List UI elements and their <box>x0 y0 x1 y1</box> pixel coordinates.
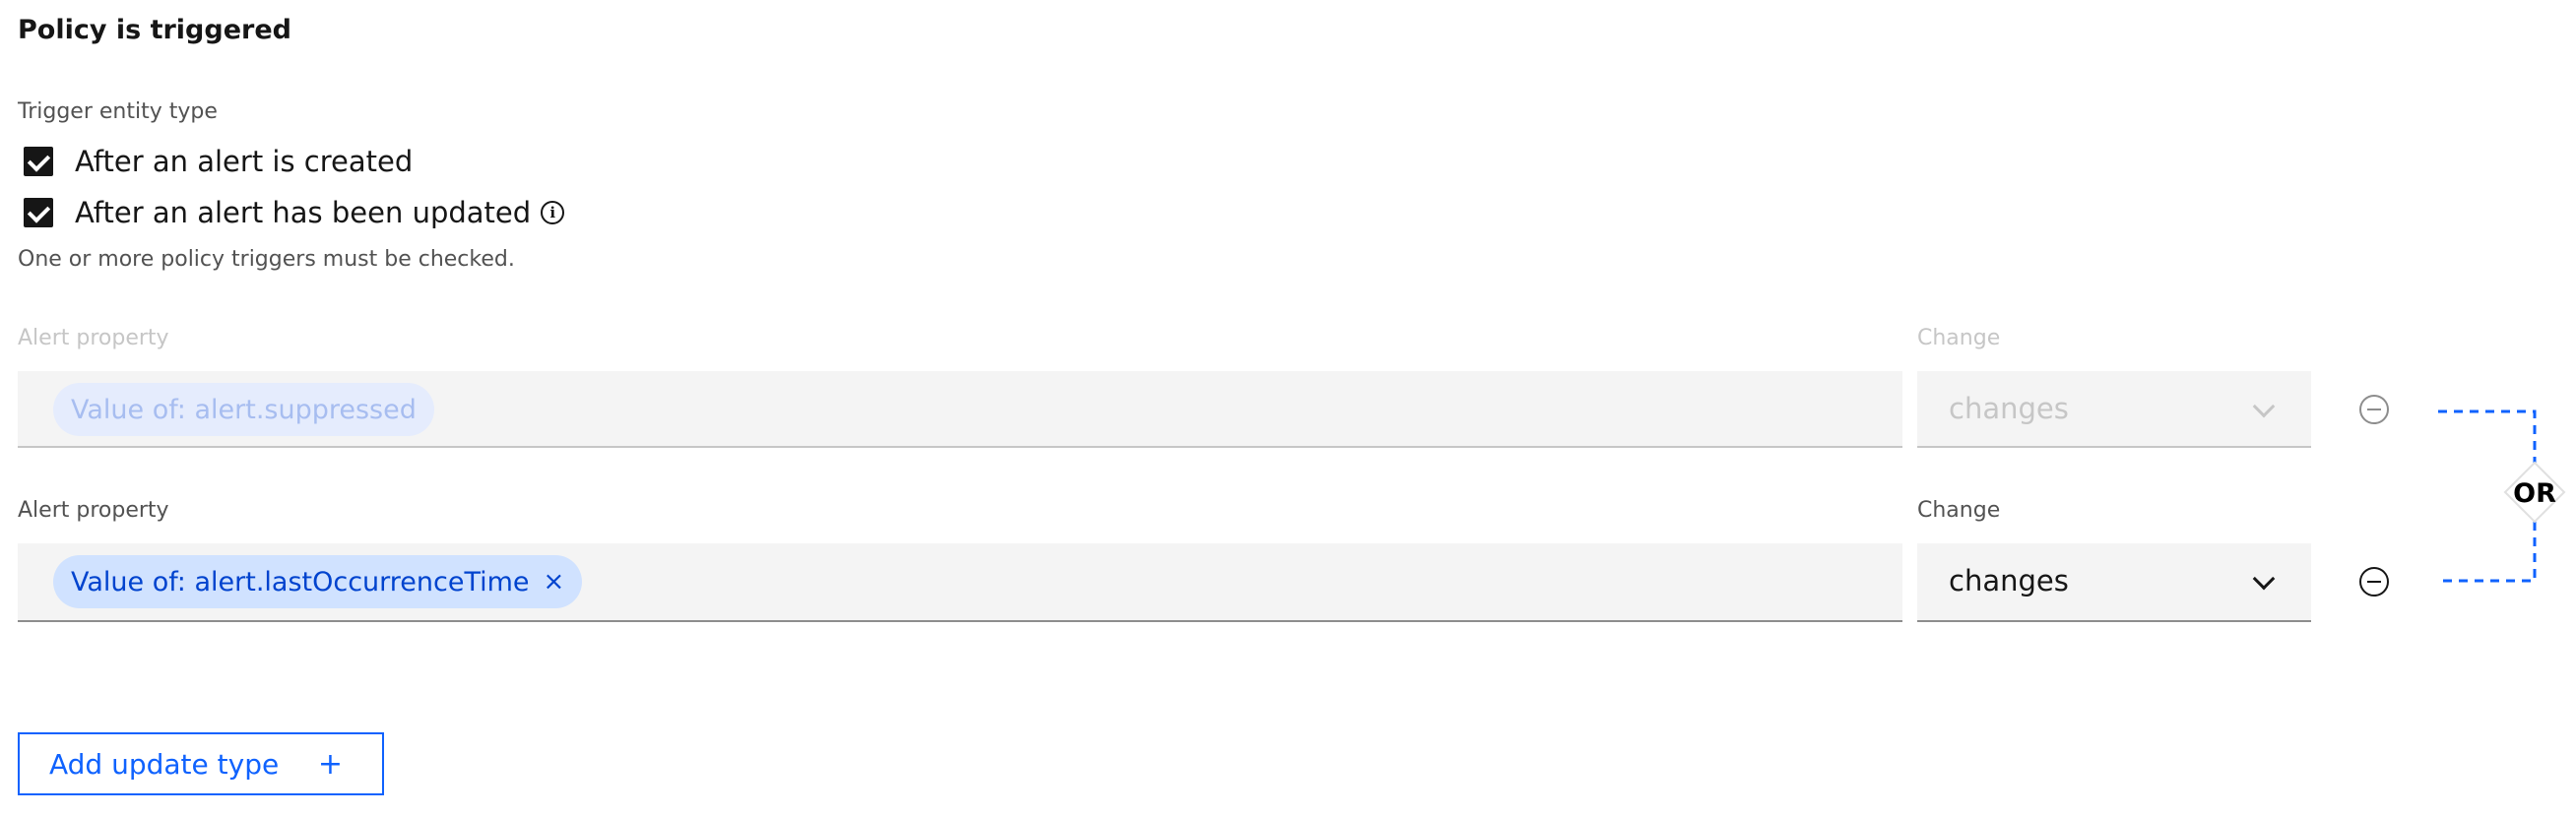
checkbox-label: After an alert is created <box>75 145 414 178</box>
remove-condition-icon[interactable] <box>2359 567 2389 597</box>
close-icon[interactable]: × <box>544 569 565 595</box>
chevron-down-icon <box>2252 395 2276 418</box>
alert-property-label: Alert property <box>18 326 169 350</box>
property-tag: Value of: alert.lastOccurrenceTime × <box>53 555 583 608</box>
connector-line-bottom <box>2438 522 2537 583</box>
change-label: Change <box>1917 498 2001 523</box>
connector-line-top <box>2438 409 2537 463</box>
trigger-entity-type-label: Trigger entity type <box>18 99 218 124</box>
change-select: changes <box>1917 371 2311 448</box>
checkbox-alert-updated[interactable]: After an alert has been updated i <box>24 195 565 230</box>
change-select-value: changes <box>1949 392 2069 425</box>
add-update-type-button[interactable]: Add update type + <box>18 732 384 795</box>
chevron-down-icon <box>2252 567 2276 591</box>
checkbox-label: After an alert has been updated <box>75 196 532 229</box>
trigger-helper-text: One or more policy triggers must be chec… <box>18 247 515 272</box>
property-tag: Value of: alert.suppressed <box>53 383 434 436</box>
add-update-type-label: Add update type <box>49 747 280 781</box>
or-label: OR <box>2513 478 2556 509</box>
or-connector: OR <box>2438 409 2566 583</box>
info-icon[interactable]: i <box>541 201 565 224</box>
alert-property-label: Alert property <box>18 498 169 523</box>
alert-property-field: Value of: alert.suppressed <box>18 371 1902 448</box>
remove-condition-icon[interactable] <box>2359 395 2389 424</box>
checkbox-checked-icon[interactable] <box>24 198 53 227</box>
property-tag-label: Value of: alert.lastOccurrenceTime <box>71 566 530 597</box>
section-title: Policy is triggered <box>18 15 291 45</box>
change-select[interactable]: changes <box>1917 543 2311 622</box>
alert-property-field[interactable]: Value of: alert.lastOccurrenceTime × <box>18 543 1902 622</box>
change-label: Change <box>1917 326 2001 350</box>
checkbox-alert-created[interactable]: After an alert is created <box>24 144 413 179</box>
plus-icon: + <box>317 746 343 782</box>
change-select-value: changes <box>1949 564 2069 597</box>
checkbox-checked-icon[interactable] <box>24 147 53 176</box>
